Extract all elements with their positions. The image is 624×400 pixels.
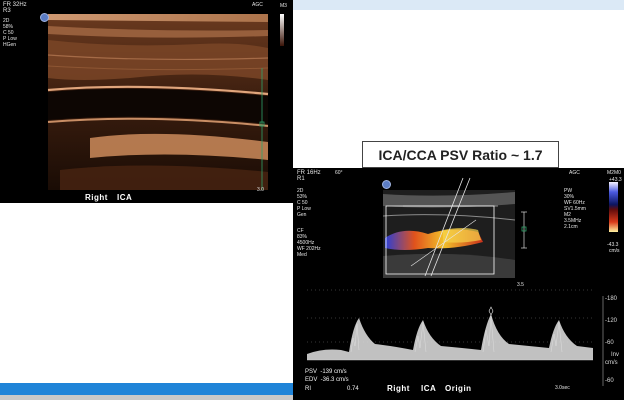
bottom-gray-bar <box>0 395 293 400</box>
spectral-inv-unit: cm/s <box>605 360 618 366</box>
bmode-agc: AGC <box>252 2 263 8</box>
color-scale-top: +43.3 <box>609 177 622 183</box>
doppler-cf-4: Med <box>297 252 307 258</box>
bmode-m: M3 <box>280 3 287 9</box>
bmode-r: R3 <box>3 8 11 14</box>
bmode-panel: FR 32Hz R3 AGC M3 2D 58% C 50 P Low HGen… <box>0 0 293 203</box>
doppler-label-ica: ICA <box>421 384 437 393</box>
top-right-band <box>293 0 624 10</box>
ratio-title: ICA/CCA PSV Ratio ~ 1.7 <box>378 147 543 163</box>
doppler-2d-4: Gen <box>297 212 307 218</box>
doppler-label-right: Right <box>387 384 410 393</box>
probe-orientation-icon <box>40 13 49 22</box>
sweep-time: 3.0sec <box>555 385 570 391</box>
doppler-label-origin: Origin <box>445 384 472 393</box>
bmode-image <box>47 14 284 190</box>
psv-readout: PSV -139 cm/s <box>305 369 347 375</box>
doppler-angle: 60° <box>335 170 343 176</box>
doppler-agc: AGC <box>569 170 580 176</box>
color-scale-unit: cm/s <box>609 248 620 254</box>
doppler-depth: 3.5 <box>517 282 524 288</box>
bottom-blue-bar <box>0 383 293 395</box>
spectral-tick-3: -60 <box>605 378 614 384</box>
bmode-label-right: Right <box>85 193 108 202</box>
bmode-param-4: HGen <box>3 42 17 48</box>
spectral-inv: Inv <box>611 352 620 358</box>
bmode-label-ica: ICA <box>117 193 133 202</box>
bmode-depth: 3.0 <box>257 187 264 193</box>
spectral-tick-0: -180 <box>605 296 618 302</box>
title-box: ICA/CCA PSV Ratio ~ 1.7 <box>362 141 559 168</box>
doppler-panel: FR 16Hz R1 60° AGC M2M0 +43.3 -43.3 cm/s… <box>293 168 624 400</box>
doppler-probe-icon <box>382 180 391 189</box>
doppler-r: R1 <box>297 176 305 182</box>
spectral-tick-2: -60 <box>605 340 614 346</box>
edv-readout: EDV -36.3 cm/s <box>305 377 349 383</box>
ri-value: 0.74 <box>347 386 359 392</box>
doppler-pw-6: 2.1cm <box>564 224 578 230</box>
ri-label: RI <box>305 386 311 392</box>
spectral-tick-1: -120 <box>605 318 618 324</box>
doppler-m2m0: M2M0 <box>607 170 621 176</box>
